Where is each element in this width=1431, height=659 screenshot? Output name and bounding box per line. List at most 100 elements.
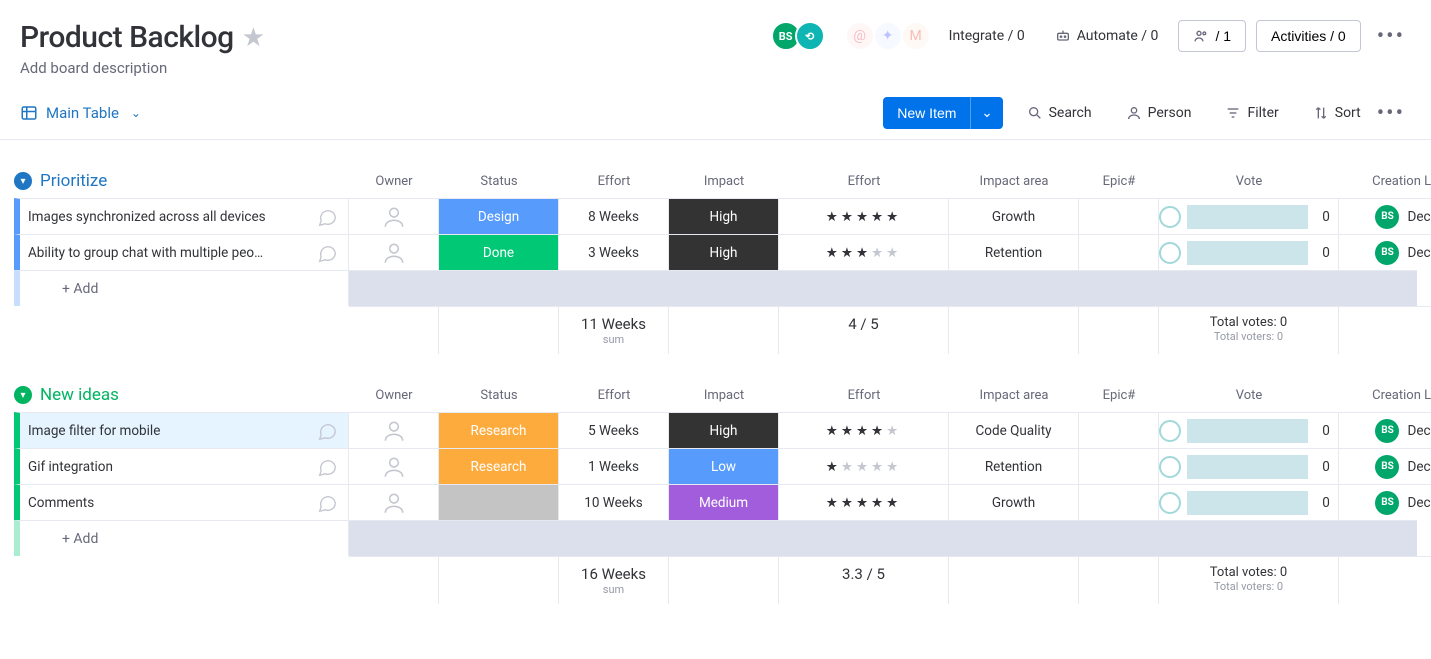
vote-cell[interactable]: 0 [1159, 484, 1339, 520]
epic-cell[interactable] [1079, 198, 1159, 234]
owner-cell[interactable] [349, 234, 439, 270]
impact-area-cell[interactable]: Code Quality [949, 412, 1079, 448]
column-header[interactable]: Vote [1159, 168, 1339, 195]
favorite-star-icon[interactable]: ★ [242, 23, 265, 53]
vote-thumb-icon[interactable] [1159, 456, 1181, 478]
status-cell[interactable]: Done [439, 234, 559, 270]
column-header[interactable]: Status [439, 168, 559, 195]
column-header[interactable]: Effort [559, 168, 669, 195]
column-header[interactable]: Owner [349, 168, 439, 195]
members-button[interactable]: / 1 [1178, 20, 1246, 52]
owner-cell[interactable] [349, 484, 439, 520]
main-table-view-tab[interactable]: Main Table [20, 104, 119, 122]
item-name[interactable]: Ability to group chat with multiple peo… [28, 245, 263, 261]
impact-area-cell[interactable]: Retention [949, 234, 1079, 270]
status-cell[interactable] [439, 484, 559, 520]
add-item-row[interactable]: + Add [14, 270, 1417, 306]
vote-thumb-icon[interactable] [1159, 242, 1181, 264]
board-description[interactable]: Add board description [20, 59, 777, 77]
vote-cell[interactable]: 0 [1159, 448, 1339, 484]
column-header[interactable]: Effort [779, 382, 949, 409]
item-name[interactable]: Comments [28, 495, 94, 511]
table-row[interactable]: Image filter for mobile Research 5 Weeks… [14, 412, 1417, 448]
column-header[interactable]: Impact area [949, 382, 1079, 409]
impact-cell[interactable]: Medium [669, 484, 779, 520]
owner-cell[interactable] [349, 412, 439, 448]
conversation-icon[interactable] [316, 492, 338, 514]
item-name[interactable]: Image filter for mobile [28, 423, 160, 439]
integration-app-icons[interactable]: @ ✦ M [847, 23, 929, 49]
column-header[interactable]: Status [439, 382, 559, 409]
subbar-menu-icon[interactable]: ••• [1371, 101, 1411, 126]
vote-thumb-icon[interactable] [1159, 492, 1181, 514]
rating-cell[interactable]: ★★★★★ [779, 448, 949, 484]
owner-cell[interactable] [349, 448, 439, 484]
epic-cell[interactable] [1079, 234, 1159, 270]
rating-cell[interactable]: ★★★★★ [779, 412, 949, 448]
person-tool[interactable]: Person [1116, 99, 1202, 127]
impact-cell[interactable]: High [669, 234, 779, 270]
column-header[interactable]: Impact area [949, 168, 1079, 195]
effort-cell[interactable]: 5 Weeks [559, 412, 669, 448]
impact-cell[interactable]: High [669, 198, 779, 234]
column-header[interactable]: Impact [669, 382, 779, 409]
status-cell[interactable]: Research [439, 448, 559, 484]
column-header[interactable]: Effort [779, 168, 949, 195]
sort-tool[interactable]: Sort [1303, 99, 1371, 127]
column-header[interactable]: Owner [349, 382, 439, 409]
conversation-icon[interactable] [316, 420, 338, 442]
automate-link[interactable]: Automate / 0 [1045, 22, 1169, 50]
add-item-row[interactable]: + Add [14, 520, 1417, 556]
board-title[interactable]: Product Backlog [20, 20, 234, 55]
rating-cell[interactable]: ★★★★★ [779, 198, 949, 234]
impact-area-cell[interactable]: Retention [949, 448, 1079, 484]
column-header[interactable]: Vote [1159, 382, 1339, 409]
owner-cell[interactable] [349, 198, 439, 234]
item-name[interactable]: Gif integration [28, 459, 113, 475]
new-item-dropdown[interactable]: ⌄ [970, 97, 1002, 129]
impact-cell[interactable]: Low [669, 448, 779, 484]
conversation-icon[interactable] [316, 242, 338, 264]
effort-cell[interactable]: 8 Weeks [559, 198, 669, 234]
epic-cell[interactable] [1079, 412, 1159, 448]
item-name[interactable]: Images synchronized across all devices [28, 209, 266, 225]
effort-cell[interactable]: 3 Weeks [559, 234, 669, 270]
vote-cell[interactable]: 0 [1159, 198, 1339, 234]
epic-cell[interactable] [1079, 448, 1159, 484]
status-cell[interactable]: Research [439, 412, 559, 448]
column-header[interactable]: Epic# [1079, 382, 1159, 409]
column-header[interactable]: Epic# [1079, 168, 1159, 195]
table-row[interactable]: Ability to group chat with multiple peo…… [14, 234, 1417, 270]
column-header[interactable]: Creation Log [1339, 382, 1431, 409]
vote-cell[interactable]: 0 [1159, 234, 1339, 270]
board-members-avatars[interactable]: BS ⟲ [777, 21, 825, 51]
table-row[interactable]: Gif integration Research 1 Weeks Low ★★★… [14, 448, 1417, 484]
group-collapse-icon[interactable]: ▾ [14, 172, 32, 190]
rating-cell[interactable]: ★★★★★ [779, 484, 949, 520]
impact-cell[interactable]: High [669, 412, 779, 448]
column-header[interactable]: Impact [669, 168, 779, 195]
group-title[interactable]: New ideas [40, 385, 119, 405]
integrate-link[interactable]: Integrate / 0 [939, 22, 1035, 50]
rating-cell[interactable]: ★★★★★ [779, 234, 949, 270]
new-item-button[interactable]: New Item [883, 97, 970, 129]
epic-cell[interactable] [1079, 484, 1159, 520]
search-tool[interactable]: Search [1017, 99, 1102, 127]
conversation-icon[interactable] [316, 206, 338, 228]
impact-area-cell[interactable]: Growth [949, 198, 1079, 234]
column-header[interactable]: Creation Log [1339, 168, 1431, 195]
status-cell[interactable]: Design [439, 198, 559, 234]
effort-cell[interactable]: 1 Weeks [559, 448, 669, 484]
table-row[interactable]: Images synchronized across all devices D… [14, 198, 1417, 234]
view-dropdown-icon[interactable]: ⌄ [131, 106, 141, 120]
filter-tool[interactable]: Filter [1215, 99, 1288, 127]
group-title[interactable]: Prioritize [40, 171, 107, 191]
conversation-icon[interactable] [316, 456, 338, 478]
group-collapse-icon[interactable]: ▾ [14, 386, 32, 404]
effort-cell[interactable]: 10 Weeks [559, 484, 669, 520]
vote-thumb-icon[interactable] [1159, 206, 1181, 228]
column-header[interactable]: Effort [559, 382, 669, 409]
board-menu-icon[interactable]: ••• [1371, 24, 1411, 49]
table-row[interactable]: Comments 10 Weeks Medium ★★★★★ Growth 0 … [14, 484, 1417, 520]
vote-thumb-icon[interactable] [1159, 420, 1181, 442]
